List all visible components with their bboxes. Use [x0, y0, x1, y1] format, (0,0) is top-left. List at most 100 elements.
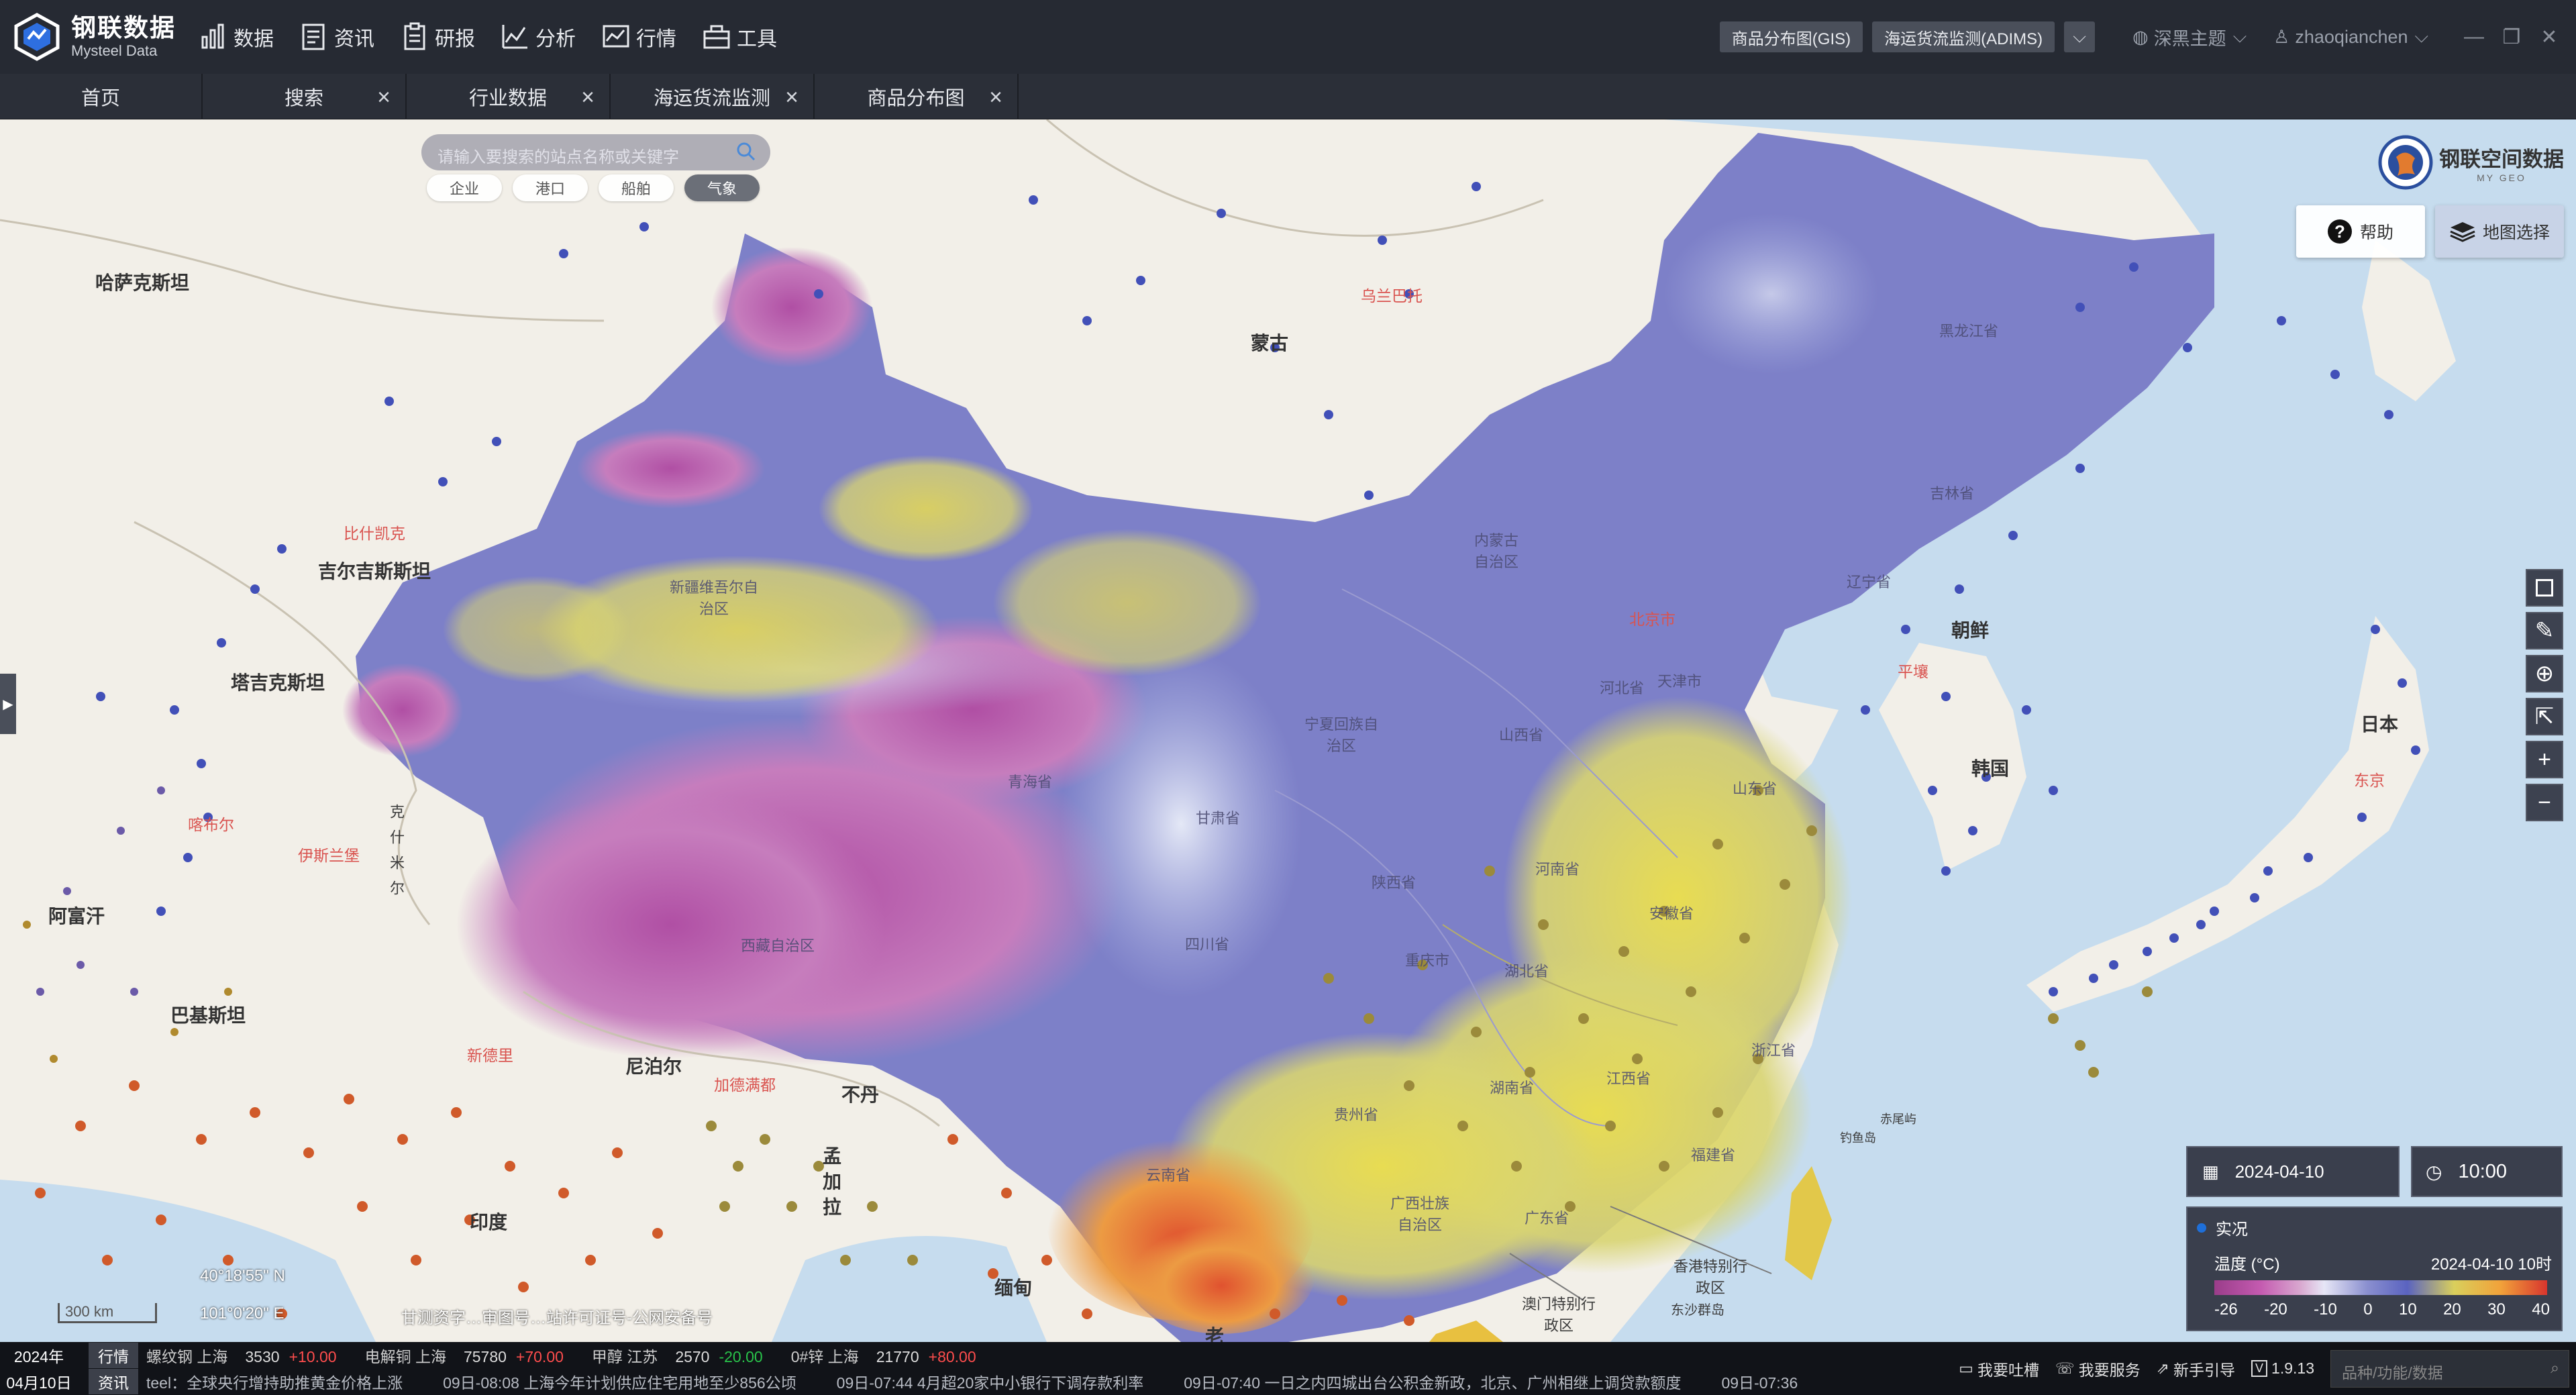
guide-label: 新手引导 [2173, 1361, 2236, 1379]
nav-data[interactable]: 数据 [199, 22, 274, 52]
tab-label: 商品分布图 [867, 88, 965, 109]
guide-button[interactable]: ⇗ 新手引导 [2157, 1357, 2235, 1380]
minimize-icon[interactable]: — [2455, 25, 2493, 48]
tab-label: 首页 [81, 88, 120, 109]
place-fujian: 福建省 [1691, 1147, 1736, 1164]
market-icon [603, 25, 629, 48]
top-bar: 钢联数据 Mysteel Data 数据 资讯 研报 分析 行情 工具 商品分布… [0, 0, 2576, 74]
global-search-placeholder: 品种/功能/数据 [2342, 1363, 2443, 1382]
close-icon[interactable]: × [581, 85, 595, 111]
place-mongolia: 蒙古 [1251, 333, 1289, 354]
export-icon[interactable]: ⇱ [2526, 698, 2563, 735]
close-icon[interactable]: × [785, 85, 798, 111]
place-shandong: 山东省 [1733, 780, 1778, 797]
map-canvas[interactable]: 哈萨克斯坦 蒙古 乌兰巴托 吉尔吉斯斯坦 比什凯克 塔吉克斯坦 阿富汗 喀布尔 … [0, 119, 2576, 1342]
nav-report[interactable]: 研报 [400, 22, 475, 52]
chip-port[interactable]: 港口 [513, 174, 588, 201]
feedback-button[interactable]: ▭ 我要吐槽 [1959, 1357, 2039, 1380]
layers-icon [2450, 222, 2475, 242]
news-item[interactable]: 09日-07:44 4月超20家中小银行下调存款利率 [837, 1370, 1144, 1393]
date-picker[interactable]: ▦ 2024-04-10 [2186, 1146, 2400, 1197]
tab-search[interactable]: 搜索 × [203, 74, 407, 119]
zoom-in-icon[interactable]: + [2526, 741, 2563, 778]
legend-tick: -10 [2314, 1300, 2337, 1319]
legend-tick: -26 [2214, 1300, 2238, 1319]
tab-label: 行业数据 [468, 88, 547, 109]
nav-market[interactable]: 行情 [601, 22, 676, 52]
gis-shortcut-button[interactable]: 商品分布图(GIS) [1719, 21, 1863, 52]
place-beijing: 北京市 [1629, 611, 1676, 628]
market-item[interactable]: 电解铜 上海 75780 +70.00 [365, 1344, 564, 1367]
place-kabul: 喀布尔 [188, 816, 234, 833]
theme-selector[interactable]: ◍ 深黑主题 ⌵ [2132, 24, 2247, 50]
place-islamabad: 伊斯兰堡 [298, 847, 360, 864]
market-item-name: 电解铜 上海 [364, 1348, 446, 1365]
search-icon[interactable] [735, 141, 757, 162]
time-picker[interactable]: ◷ 10:00 [2411, 1146, 2563, 1197]
zoom-out-icon[interactable]: − [2526, 784, 2563, 821]
search-icon[interactable]: ⌕ [2551, 1359, 2559, 1377]
place-hebei: 河北省 [1600, 680, 1645, 696]
locate-crosshair-icon[interactable]: ⊕ [2526, 655, 2563, 692]
nav-analysis[interactable]: 分析 [501, 22, 576, 52]
basemap-select-button[interactable]: 地图选择 [2435, 205, 2564, 258]
close-icon[interactable]: ✕ [2530, 25, 2568, 49]
place-tianjin: 天津市 [1657, 673, 1702, 690]
chip-weather[interactable]: 气象 [684, 174, 760, 201]
news-item[interactable]: 09日-07:36 [1721, 1370, 1798, 1393]
legend-tick: 10 [2398, 1300, 2417, 1319]
shortcut-dropdown-button[interactable]: ⌵ [2064, 21, 2096, 52]
mode-indicator[interactable]: 实况 [2197, 1216, 2248, 1239]
market-item[interactable]: 甲醇 江苏 2570 -20.00 [592, 1344, 763, 1367]
help-label: 帮助 [2359, 223, 2393, 242]
tab-home[interactable]: 首页 [0, 74, 203, 119]
place-neimenggu: 内蒙古自治区 [1474, 532, 1518, 570]
market-item-change: -20.00 [719, 1348, 763, 1365]
news-tag[interactable]: 资讯 [89, 1369, 138, 1394]
maximize-icon[interactable]: ❐ [2493, 25, 2530, 49]
market-item[interactable]: 螺纹钢 上海 3530 +10.00 [146, 1344, 337, 1367]
help-icon: ? [2327, 219, 2352, 244]
news-item[interactable]: 09日-07:40 一日之内四城出台公积金新政，北京、广州相继上调贷款额度 [1184, 1370, 1681, 1393]
service-button[interactable]: ☏ 我要服务 [2055, 1357, 2141, 1380]
place-south-korea: 韩国 [1971, 758, 2010, 779]
place-kazakhstan: 哈萨克斯坦 [95, 272, 190, 293]
place-ningxia: 宁夏回族自治区 [1304, 716, 1379, 754]
rectangle-select-icon[interactable] [2526, 569, 2563, 607]
draw-pen-icon[interactable]: ✎ [2526, 612, 2563, 650]
help-button[interactable]: ? 帮助 [2296, 205, 2425, 258]
news-item[interactable]: teel：全球央行增持助推黄金价格上涨 [146, 1370, 403, 1393]
nav-tools[interactable]: 工具 [702, 22, 777, 52]
adims-shortcut-button[interactable]: 海运货流监测(ADIMS) [1872, 21, 2055, 52]
tab-commodity-map[interactable]: 商品分布图 × [815, 74, 1019, 119]
user-menu[interactable]: ♙ zhaoqianchen ⌵ [2273, 26, 2428, 48]
tab-shipping-monitor[interactable]: 海运货流监测 × [611, 74, 815, 119]
version-label[interactable]: V 1.9.13 [2251, 1359, 2314, 1378]
station-search-input[interactable]: 请输入要搜索的站点名称或关键字 [421, 134, 770, 170]
tab-label: 搜索 [284, 88, 323, 109]
app-logo[interactable]: 钢联数据 Mysteel Data [12, 12, 180, 62]
chevron-down-icon: ⌵ [2414, 26, 2428, 46]
close-icon[interactable]: × [989, 85, 1002, 111]
feedback-label: 我要吐槽 [1977, 1361, 2039, 1379]
close-icon[interactable]: × [377, 85, 391, 111]
market-item-value: 3530 [245, 1348, 280, 1365]
service-icon: ☏ [2055, 1359, 2075, 1377]
nav-news[interactable]: 资讯 [299, 22, 374, 52]
user-icon: ♙ [2273, 26, 2290, 47]
news-item[interactable]: 09日-08:08 上海今年计划供应住宅用地至少856公顷 [443, 1370, 796, 1393]
tab-industry-data[interactable]: 行业数据 × [407, 74, 611, 119]
news-icon [302, 23, 325, 50]
nav-analysis-label: 分析 [535, 28, 576, 50]
guide-icon: ⇗ [2156, 1359, 2170, 1377]
market-item[interactable]: 0#锌 上海 21770 +80.00 [791, 1344, 976, 1367]
chevron-down-icon: ⌵ [2073, 26, 2086, 46]
side-panel-toggle[interactable]: ▶ [0, 674, 16, 734]
market-item-change: +70.00 [515, 1348, 564, 1365]
palette-icon: ◍ [2132, 26, 2149, 47]
global-search-input[interactable]: 品种/功能/数据 ⌕ [2330, 1349, 2569, 1388]
market-tag[interactable]: 行情 [89, 1343, 138, 1368]
chip-enterprise[interactable]: 企业 [427, 174, 502, 201]
place-shaanxi: 陕西省 [1372, 874, 1416, 891]
chip-ship[interactable]: 船舶 [599, 174, 674, 201]
